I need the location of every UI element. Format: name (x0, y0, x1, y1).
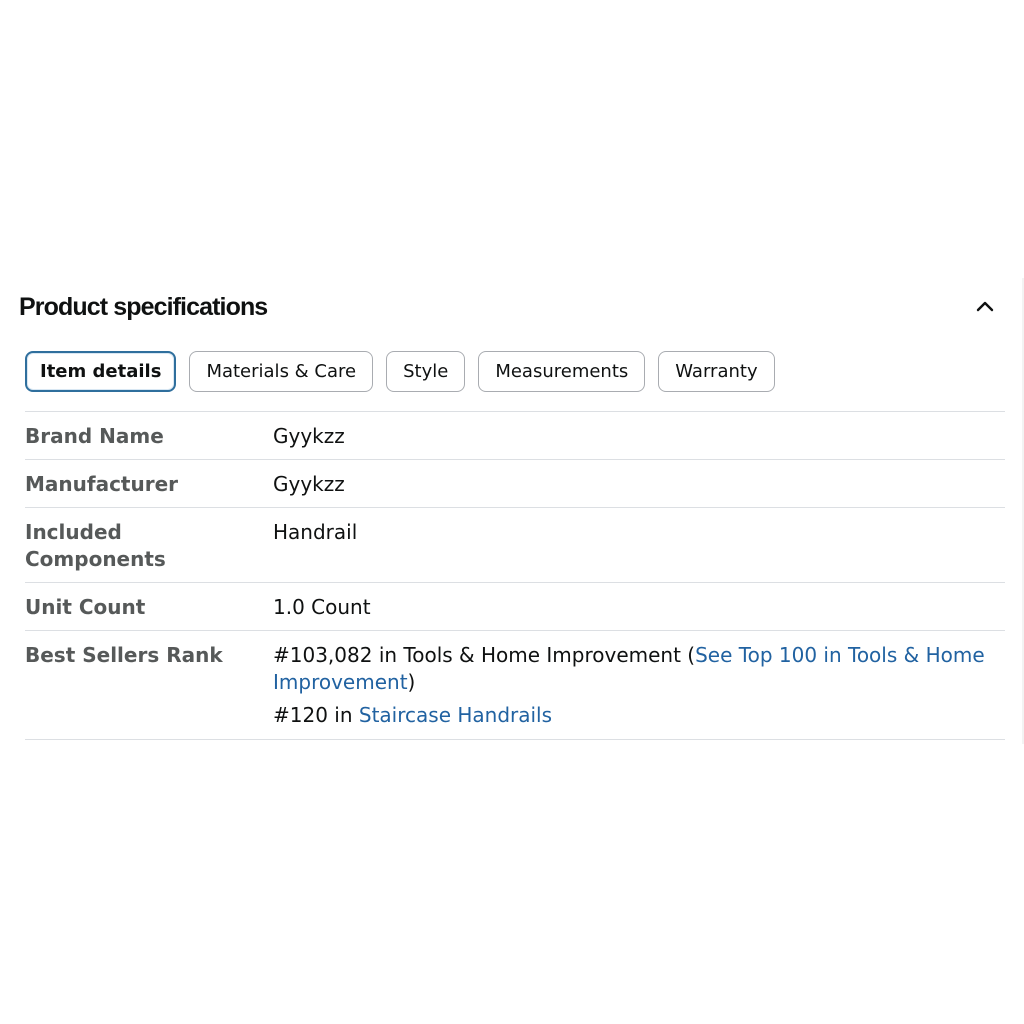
spec-value: Handrail (273, 520, 358, 544)
spec-label: Unit Count (25, 595, 146, 619)
spec-value: 1.0 Count (273, 595, 371, 619)
divider (25, 411, 1005, 412)
divider (25, 582, 1005, 583)
section-header: Product specifications (19, 290, 1009, 324)
spec-value: Gyykzz (273, 472, 345, 496)
section-title: Product specifications (19, 293, 268, 321)
spec-tabs: Item details Materials & Care Style Meas… (25, 351, 775, 392)
divider (25, 507, 1005, 508)
spec-value: Gyykzz (273, 424, 345, 448)
tab-materials-care[interactable]: Materials & Care (189, 351, 374, 392)
divider (25, 459, 1005, 460)
spec-label: Included Components (25, 520, 166, 571)
rank-text: #120 in (273, 703, 359, 727)
spec-label: Best Sellers Rank (25, 643, 223, 667)
rank-text-suffix: ) (407, 670, 416, 694)
spec-label: Brand Name (25, 424, 164, 448)
rank-line-secondary: #120 in Staircase Handrails (273, 702, 1003, 729)
rank-line-primary: #103,082 in Tools & Home Improvement (Se… (273, 642, 1003, 696)
collapse-button[interactable] (973, 294, 997, 318)
rank-text: #103,082 in Tools & Home Improvement ( (273, 643, 696, 667)
tab-warranty[interactable]: Warranty (658, 351, 775, 392)
divider (25, 739, 1005, 740)
tab-measurements[interactable]: Measurements (478, 351, 646, 392)
spec-value: #103,082 in Tools & Home Improvement (Se… (273, 642, 1003, 729)
category-link[interactable]: Staircase Handrails (359, 703, 552, 727)
tab-item-details[interactable]: Item details (25, 351, 177, 392)
tab-style[interactable]: Style (386, 351, 466, 392)
chevron-up-icon (976, 301, 994, 312)
spec-label: Manufacturer (25, 472, 179, 496)
divider (25, 630, 1005, 631)
